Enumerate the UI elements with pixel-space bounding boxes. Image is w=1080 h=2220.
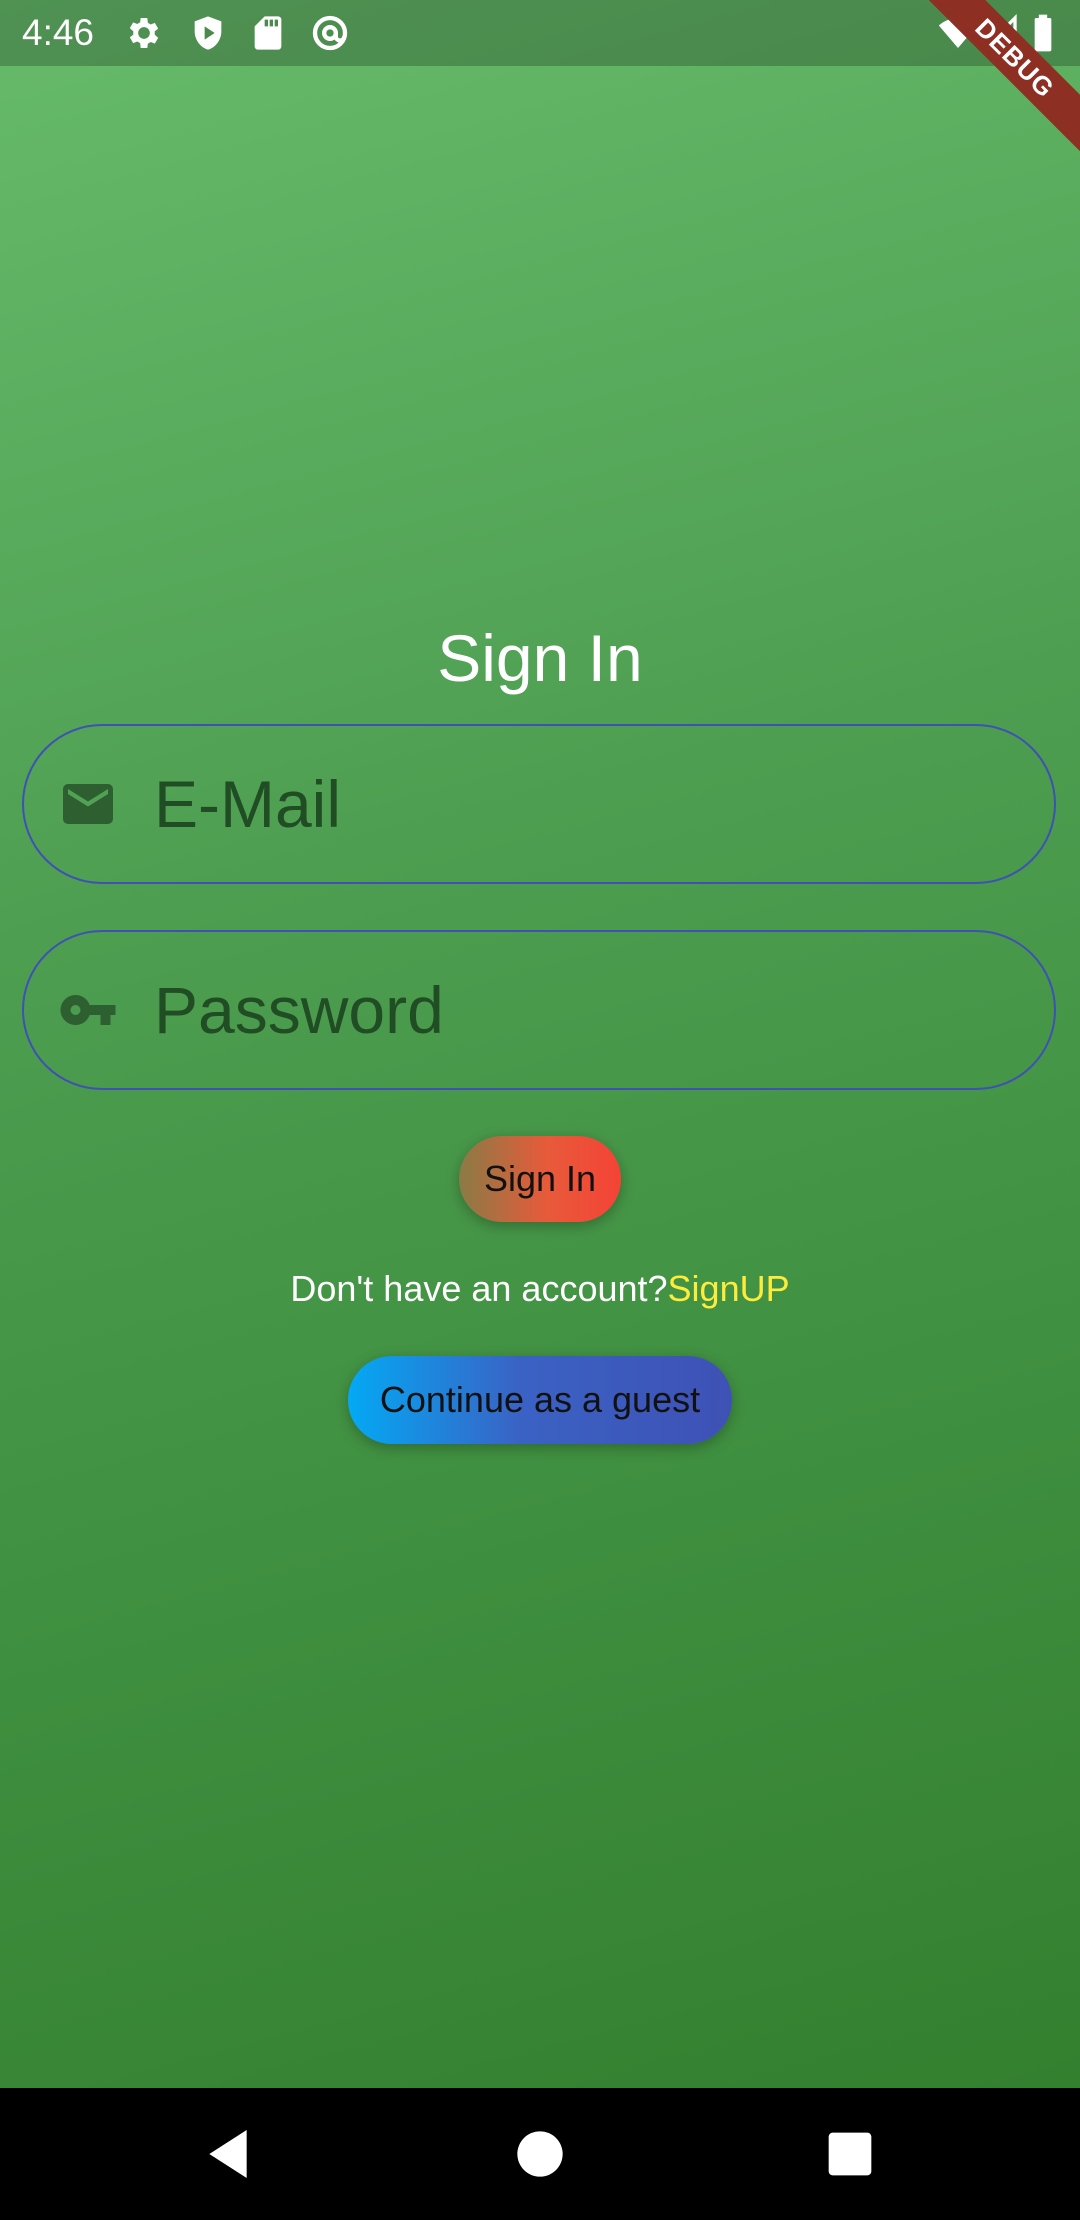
password-input[interactable] <box>154 932 1014 1088</box>
password-field[interactable] <box>22 930 1056 1090</box>
status-time: 4:46 <box>22 12 95 53</box>
battery-icon <box>1030 13 1056 53</box>
signup-row: Don't have an account?SignUP <box>0 1266 1080 1312</box>
key-icon <box>58 980 118 1040</box>
app-screen: 4:46 DEBUG Sign In E-Mail Sign In Don't … <box>0 0 1080 2088</box>
home-icon[interactable] <box>508 2122 572 2186</box>
back-icon[interactable] <box>196 2122 260 2186</box>
page-title: Sign In <box>437 621 643 695</box>
signup-link[interactable]: SignUP <box>668 1268 790 1309</box>
gear-icon <box>124 13 164 53</box>
navigation-bar <box>0 2088 1080 2220</box>
shield-play-icon <box>188 13 228 53</box>
sign-in-button[interactable]: Sign In <box>459 1136 621 1222</box>
at-sign-icon <box>310 13 350 53</box>
email-input[interactable] <box>154 726 1014 882</box>
continue-as-guest-button[interactable]: Continue as a guest <box>348 1356 732 1444</box>
sd-card-icon <box>248 13 288 53</box>
mail-icon <box>58 774 118 834</box>
signup-prompt: Don't have an account? <box>290 1268 668 1309</box>
status-bar: 4:46 <box>0 0 1080 66</box>
email-field[interactable] <box>22 724 1056 884</box>
recents-icon[interactable] <box>818 2122 882 2186</box>
